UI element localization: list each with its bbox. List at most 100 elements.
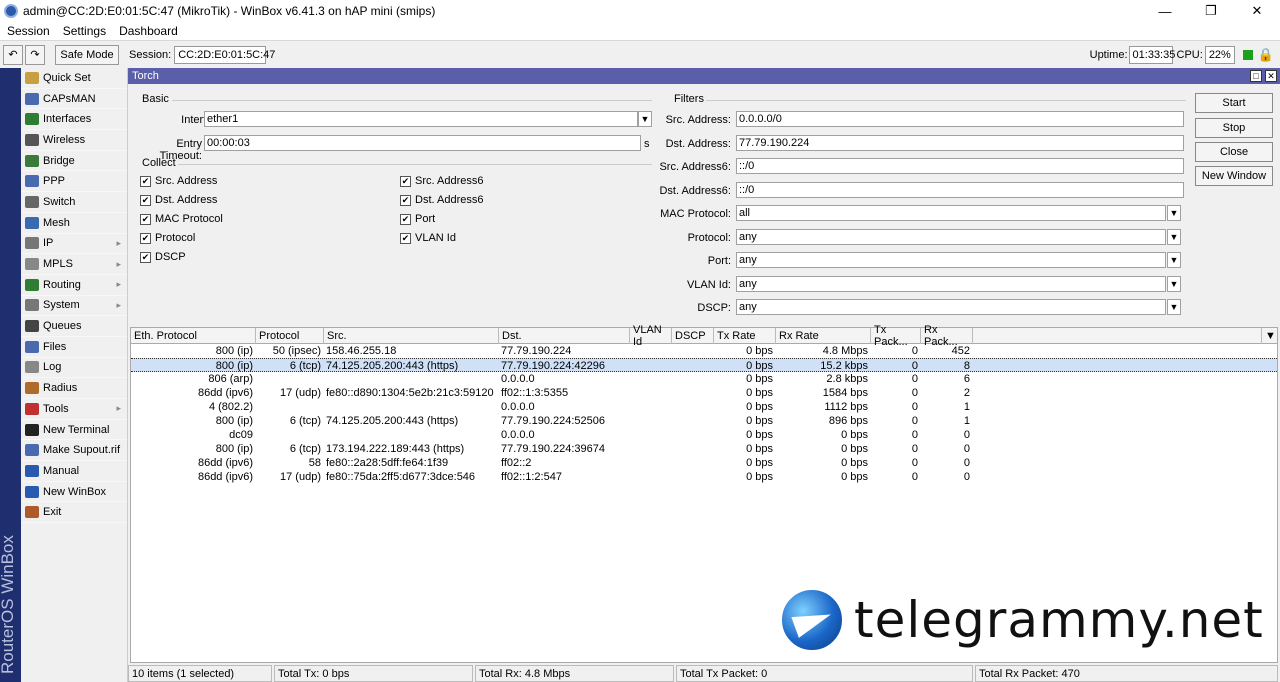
- column-header-eth-protocol[interactable]: Eth. Protocol: [131, 328, 256, 344]
- filter-field-dst-address6[interactable]: ::/0: [736, 181, 1184, 198]
- collect-checkbox-protocol[interactable]: ✔ Protocol: [140, 232, 195, 244]
- sidebar-item-log[interactable]: Log: [21, 358, 127, 379]
- new-window-button[interactable]: New Window: [1195, 166, 1273, 186]
- checkbox-icon[interactable]: ✔: [140, 175, 151, 187]
- collect-checkbox-port[interactable]: ✔ Port: [400, 213, 435, 225]
- sidebar-item-new-winbox[interactable]: New WinBox: [21, 482, 127, 503]
- sidebar-item-mesh[interactable]: Mesh: [21, 213, 127, 234]
- torch-close-icon[interactable]: ✕: [1265, 70, 1277, 82]
- entry-timeout-field[interactable]: 00:00:03: [204, 135, 641, 151]
- table-row[interactable]: 86dd (ipv6) 17 (udp) fe80::d890:1304:5e2b:…: [131, 386, 1277, 400]
- restore-icon[interactable]: ❐: [1188, 0, 1234, 22]
- checkbox-icon[interactable]: ✔: [140, 232, 151, 244]
- dropdown-icon[interactable]: ▼: [1167, 299, 1181, 315]
- checkbox-label: VLAN Id: [415, 232, 456, 244]
- sidebar-item-make-supout-rif[interactable]: Make Supout.rif: [21, 440, 127, 462]
- menu-settings[interactable]: Settings: [56, 24, 112, 38]
- dropdown-icon[interactable]: ▼: [1167, 252, 1181, 268]
- sidebar-item-wireless[interactable]: Wireless: [21, 130, 127, 151]
- collect-checkbox-vlan-id[interactable]: ✔ VLAN Id: [400, 232, 456, 244]
- column-header-dst[interactable]: Dst.: [499, 328, 630, 344]
- filter-field-port[interactable]: any: [736, 252, 1166, 268]
- menu-session[interactable]: Session: [0, 24, 56, 38]
- table-row[interactable]: 86dd (ipv6) 58 fe80::2a28:5dff:fe64:1f39 ff…: [131, 456, 1277, 470]
- table-row[interactable]: 800 (ip) 50 (ipsec) 158.46.255.18 77.79.190…: [131, 344, 1277, 358]
- maximize-icon[interactable]: □: [1250, 70, 1262, 82]
- cell-txp: 0: [911, 471, 918, 483]
- routing-icon: [25, 278, 39, 291]
- cell-rxp: 1: [963, 401, 970, 413]
- table-row[interactable]: 800 (ip) 6 (tcp) 173.194.222.189:443 (http…: [131, 442, 1277, 456]
- close-button[interactable]: Close: [1195, 142, 1273, 162]
- sidebar-item-capsman[interactable]: CAPsMAN: [21, 89, 127, 110]
- table-row[interactable]: 806 (arp) 0.0.0.0 0 bps 2.8 kbps 0 6: [131, 372, 1277, 386]
- checkbox-icon[interactable]: ✔: [400, 194, 411, 206]
- stop-button[interactable]: Stop: [1195, 118, 1273, 138]
- sidebar-item-quick-set[interactable]: Quick Set: [21, 68, 127, 89]
- dropdown-icon[interactable]: ▼: [1167, 205, 1181, 221]
- filter-field-vlan-id[interactable]: any: [736, 275, 1166, 292]
- column-header-dscp[interactable]: DSCP: [672, 328, 714, 344]
- sidebar-item-switch[interactable]: Switch: [21, 192, 127, 213]
- cell-txp: 0: [911, 443, 918, 455]
- sidebar-item-exit[interactable]: Exit: [21, 502, 127, 524]
- checkbox-icon[interactable]: ✔: [140, 194, 151, 206]
- redo-icon[interactable]: ↷: [25, 44, 45, 65]
- column-header-rx-rate[interactable]: Rx Rate: [776, 328, 871, 344]
- start-button[interactable]: Start: [1195, 93, 1273, 113]
- filter-field-protocol[interactable]: any: [736, 228, 1166, 245]
- status-total-tx: Total Tx: 0 bps: [274, 665, 473, 682]
- sidebar-item-bridge[interactable]: Bridge: [21, 151, 127, 172]
- sidebar-item-files[interactable]: Files: [21, 337, 127, 358]
- menu-dashboard[interactable]: Dashboard: [112, 24, 184, 38]
- column-header-protocol[interactable]: Protocol: [256, 328, 324, 344]
- sidebar-item-manual[interactable]: Manual: [21, 461, 127, 482]
- minimize-icon[interactable]: —: [1142, 0, 1188, 22]
- column-menu-icon[interactable]: ▼: [1261, 328, 1277, 344]
- sidebar-item-queues[interactable]: Queues: [21, 316, 127, 337]
- sidebar-item-ppp[interactable]: PPP: [21, 171, 127, 193]
- dropdown-icon[interactable]: ▼: [1167, 275, 1181, 292]
- sidebar-item-radius[interactable]: Radius: [21, 378, 127, 399]
- collect-checkbox-mac-protocol[interactable]: ✔ MAC Protocol: [140, 213, 223, 225]
- sidebar-item-mpls[interactable]: MPLS ▸: [21, 254, 127, 275]
- table-row[interactable]: 4 (802.2) 0.0.0.0 0 bps 1112 bps 0 1: [131, 400, 1277, 414]
- collect-checkbox-src-address[interactable]: ✔ Src. Address: [140, 175, 217, 187]
- table-row[interactable]: 86dd (ipv6) 17 (udp) fe80::75da:2ff5:d677:…: [131, 470, 1277, 484]
- filter-field-dst-address[interactable]: 77.79.190.224: [736, 134, 1184, 151]
- session-field[interactable]: CC:2D:E0:01:5C:47: [174, 45, 275, 64]
- interface-field[interactable]: ether1: [204, 111, 638, 127]
- column-header-src[interactable]: Src.: [324, 328, 499, 344]
- safe-mode-button[interactable]: Safe Mode: [55, 44, 119, 65]
- collect-checkbox-dst-address[interactable]: ✔ Dst. Address: [140, 194, 217, 206]
- checkbox-icon[interactable]: ✔: [140, 213, 151, 225]
- checkbox-icon[interactable]: ✔: [140, 251, 151, 263]
- sidebar-item-interfaces[interactable]: Interfaces: [21, 109, 127, 131]
- checkbox-icon[interactable]: ✔: [400, 213, 411, 225]
- collect-checkbox-dscp[interactable]: ✔ DSCP: [140, 251, 186, 263]
- checkbox-icon[interactable]: ✔: [400, 232, 411, 244]
- column-header-tx-pack[interactable]: Tx Pack...: [871, 324, 921, 348]
- filter-field-src-address6[interactable]: ::/0: [736, 158, 1184, 174]
- column-header-tx-rate[interactable]: Tx Rate: [714, 328, 776, 344]
- checkbox-icon[interactable]: ✔: [400, 175, 411, 187]
- sidebar-item-system[interactable]: System ▸: [21, 296, 127, 317]
- sidebar-item-tools[interactable]: Tools ▸: [21, 399, 127, 420]
- table-row[interactable]: 800 (ip) 6 (tcp) 74.125.205.200:443 (https…: [131, 414, 1277, 428]
- dropdown-icon[interactable]: ▼: [1167, 228, 1181, 245]
- table-row[interactable]: 800 (ip) 6 (tcp) 74.125.205.200:443 (https…: [131, 358, 1277, 372]
- close-icon[interactable]: ✕: [1234, 0, 1280, 22]
- undo-icon[interactable]: ↶: [3, 44, 23, 65]
- cell-vlan: [630, 359, 672, 373]
- column-header-rx-pack[interactable]: Rx Pack...: [921, 324, 973, 348]
- filter-field-mac-protocol[interactable]: all: [736, 205, 1166, 221]
- collect-checkbox-dst-address6[interactable]: ✔ Dst. Address6: [400, 194, 483, 206]
- table-row[interactable]: dc09 0.0.0.0 0 bps 0 bps 0 0: [131, 428, 1277, 442]
- sidebar-item-ip[interactable]: IP ▸: [21, 234, 127, 255]
- filter-field-src-address[interactable]: 0.0.0.0/0: [736, 111, 1184, 127]
- sidebar-item-new-terminal[interactable]: New Terminal: [21, 420, 127, 441]
- column-header-vlan-id[interactable]: VLAN Id: [630, 324, 672, 348]
- sidebar-item-routing[interactable]: Routing ▸: [21, 275, 127, 296]
- filter-field-dscp[interactable]: any: [736, 299, 1166, 315]
- collect-checkbox-src-address6[interactable]: ✔ Src. Address6: [400, 175, 483, 187]
